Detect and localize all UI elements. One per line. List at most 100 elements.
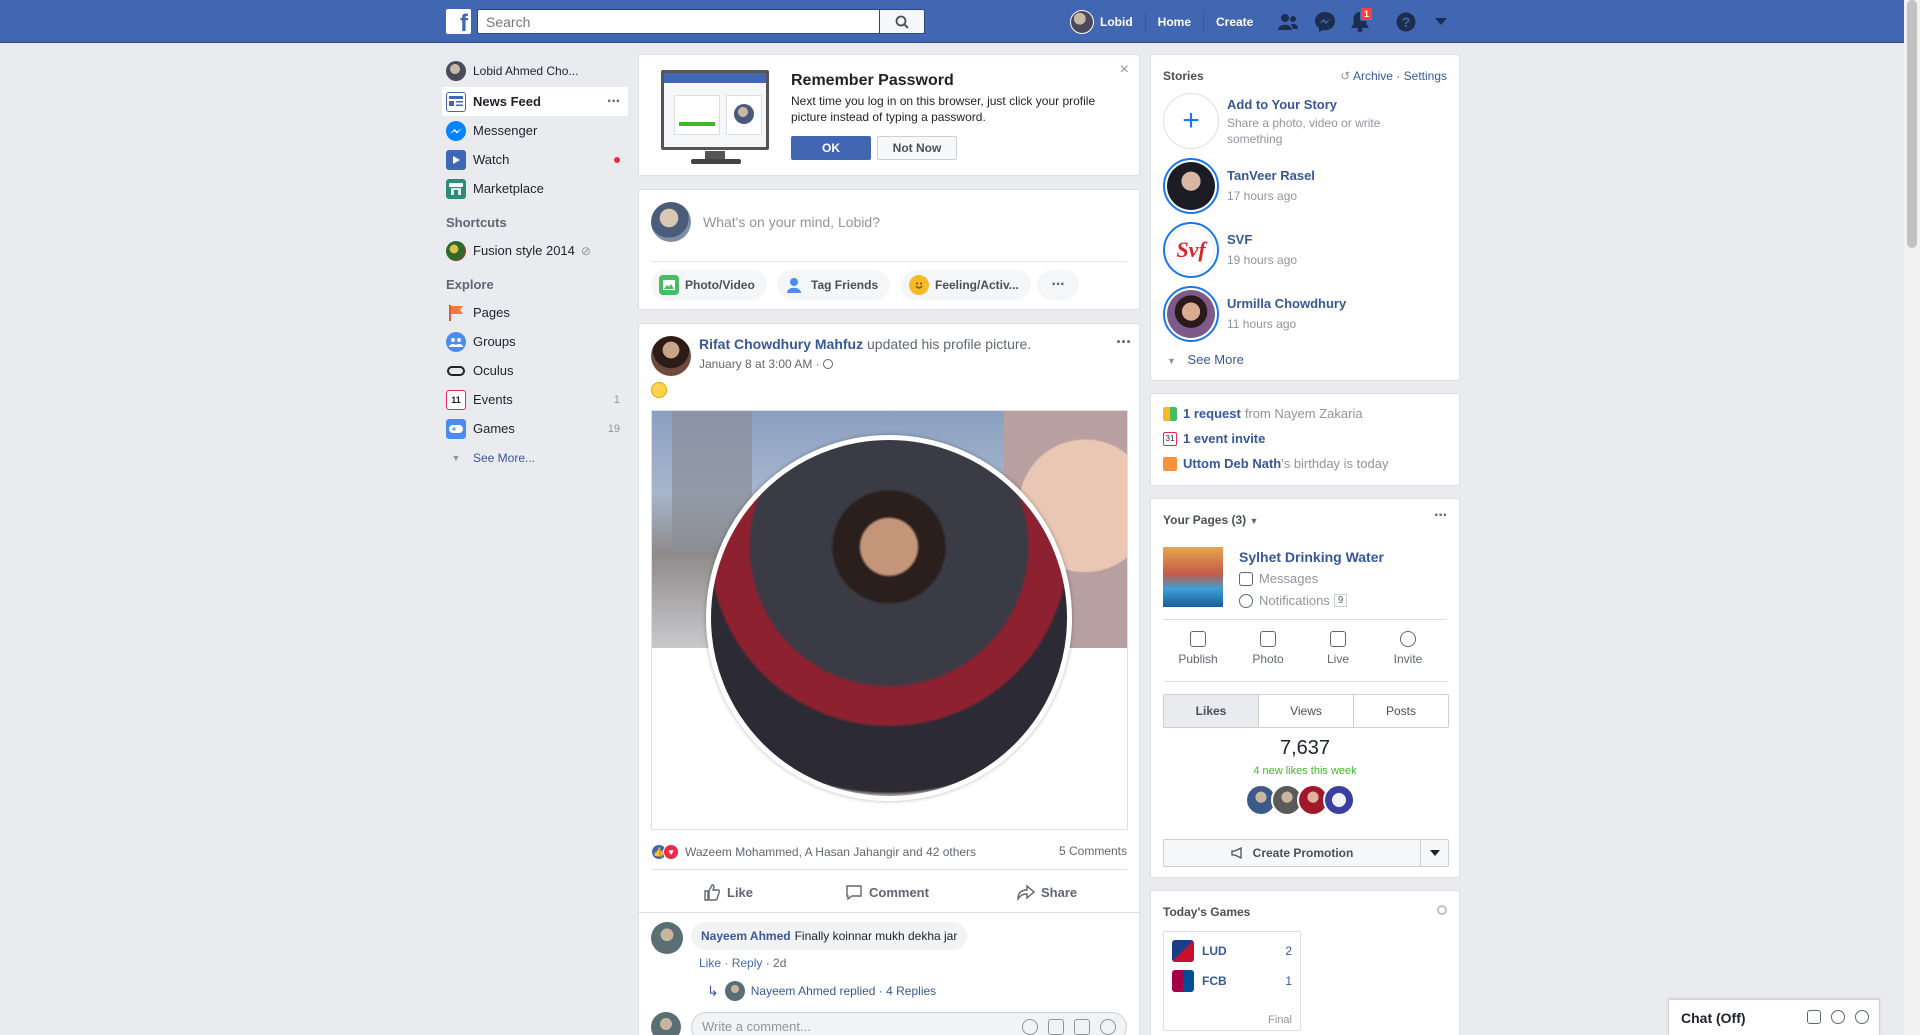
archive-link[interactable]: Archive [1353, 69, 1393, 83]
camera-icon [1260, 631, 1276, 647]
ok-button[interactable]: OK [791, 136, 871, 160]
computer-illustration [661, 70, 769, 150]
chat-bar[interactable]: Chat (Off) [1668, 999, 1880, 1035]
story-ring: Svf [1163, 222, 1219, 278]
composer-input[interactable]: What's on your mind, Lobid? [703, 214, 880, 230]
sidebar-item-profile[interactable]: Lobid Ahmed Cho... [442, 56, 628, 85]
scrollbar-thumb[interactable] [1907, 0, 1917, 248]
post-options-icon[interactable]: ··· [1116, 332, 1132, 353]
more-options-icon[interactable]: ··· [1434, 507, 1448, 525]
author-avatar[interactable] [651, 336, 691, 376]
invite-button[interactable]: Invite [1373, 631, 1443, 666]
sidebar-item-pages[interactable]: Pages [442, 298, 628, 327]
tab-posts[interactable]: Posts [1354, 695, 1448, 727]
comment-reply-link[interactable]: Reply [732, 956, 763, 970]
profile-picture-image[interactable] [651, 410, 1128, 830]
sidebar-item-oculus[interactable]: Oculus [442, 356, 628, 385]
reactions-summary[interactable]: 👍 ♥ Wazeem Mohammed, A Hasan Jahangir an… [651, 844, 976, 860]
page-thumbnail[interactable] [1163, 547, 1223, 607]
sidebar-item-messenger[interactable]: Messenger [442, 116, 628, 145]
settings-link[interactable]: Settings [1404, 69, 1447, 83]
new-message-icon[interactable] [1807, 1010, 1821, 1024]
avatar[interactable] [1323, 784, 1355, 816]
see-more-link[interactable]: ▼ See More... [442, 443, 628, 472]
close-icon[interactable]: × [1120, 61, 1129, 79]
comment-like-link[interactable]: Like [699, 956, 721, 970]
add-to-story[interactable]: + Add to Your Story Share a photo, video… [1163, 93, 1453, 151]
sticker-icon[interactable] [1100, 1019, 1116, 1035]
write-comment-input[interactable]: Write a comment... [691, 1012, 1127, 1035]
post-author-link[interactable]: Rifat Chowdhury Mahfuz [699, 336, 863, 352]
event-invite-row[interactable]: 31 1 event invite [1163, 431, 1269, 446]
friend-request-row[interactable]: 1 request from Nayem Zakaria [1163, 406, 1363, 421]
promotion-dropdown[interactable] [1420, 840, 1448, 866]
tab-likes[interactable]: Likes [1164, 695, 1259, 727]
calendar-icon: 31 [1163, 431, 1177, 446]
not-now-button[interactable]: Not Now [877, 136, 957, 160]
sidebar-item-groups[interactable]: Groups [442, 327, 628, 356]
publish-button[interactable]: Publish [1163, 631, 1233, 666]
notifications-icon[interactable]: 1 [1348, 7, 1374, 34]
help-icon[interactable]: ? [1394, 10, 1418, 34]
gear-icon[interactable] [1855, 1010, 1869, 1024]
create-link[interactable]: Create [1216, 15, 1253, 29]
comment-button[interactable]: Comment [845, 880, 929, 904]
chat-tools [1807, 1010, 1869, 1024]
birthday-row[interactable]: Uttom Deb Nath 's birthday is today [1163, 456, 1388, 471]
comment-author-link[interactable]: Nayeem Ahmed [701, 929, 791, 943]
game-score-card[interactable]: LUD 2 FCB 1 Final [1163, 931, 1301, 1031]
gear-icon[interactable] [1437, 905, 1447, 915]
photo-button[interactable]: Photo [1233, 631, 1303, 666]
search-button[interactable] [879, 9, 925, 34]
tab-views[interactable]: Views [1259, 695, 1354, 727]
account-menu-chevron-icon[interactable] [1429, 10, 1453, 34]
share-icon [1017, 884, 1035, 901]
camera-icon[interactable] [1048, 1019, 1064, 1035]
sidebar-item-events[interactable]: 11 Events 1 [442, 385, 628, 414]
story-item[interactable]: Svf SVF 19 hours ago [1163, 222, 1453, 280]
story-item[interactable]: Urmilla Chowdhury 11 hours ago [1163, 286, 1453, 344]
sidebar-item-marketplace[interactable]: Marketplace [442, 174, 628, 203]
sidebar-item-label: Marketplace [473, 181, 544, 196]
see-more-stories[interactable]: ▼ See More [1167, 352, 1244, 367]
view-replies-link[interactable]: ↳ Nayeem Ahmed replied · 4 Replies [707, 981, 936, 1001]
page-notifications-link[interactable]: Notifications 9 [1239, 593, 1348, 608]
create-promotion-text: Create Promotion [1252, 846, 1354, 860]
more-options-icon[interactable]: ··· [607, 93, 621, 111]
your-pages-title[interactable]: Your Pages (3) ▼ [1163, 513, 1258, 527]
profile-link[interactable]: Lobid Home Create [1070, 0, 1253, 43]
svg-text:?: ? [1402, 14, 1411, 30]
gif-icon[interactable] [1074, 1019, 1090, 1035]
sidebar-item-games[interactable]: Games 19 [442, 414, 628, 443]
facebook-logo[interactable]: f [446, 9, 471, 36]
share-button[interactable]: Share [1017, 880, 1077, 904]
tag-friends-button[interactable]: Tag Friends [777, 270, 891, 300]
create-promotion-button[interactable]: Create Promotion [1163, 839, 1449, 867]
replies-text: Nayeem Ahmed replied · 4 Replies [750, 984, 937, 998]
comments-count-link[interactable]: 5 Comments [1059, 844, 1127, 858]
sidebar-item-watch[interactable]: Watch [442, 145, 628, 174]
photo-video-button[interactable]: Photo/Video [651, 270, 767, 300]
emoji-icon[interactable] [1022, 1019, 1038, 1035]
friend-requests-icon[interactable] [1276, 10, 1300, 34]
like-button[interactable]: Like [703, 880, 753, 904]
smiley-emoji-icon [651, 382, 667, 398]
page-messages-link[interactable]: Messages [1239, 571, 1318, 586]
page-scrollbar[interactable] [1904, 0, 1920, 1035]
home-link[interactable]: Home [1158, 15, 1191, 29]
page-name-link[interactable]: Sylhet Drinking Water [1239, 549, 1384, 565]
more-options-icon[interactable]: ··· [1037, 270, 1079, 300]
post-timestamp[interactable]: January 8 at 3:00 AM · [699, 357, 834, 371]
create-group-icon[interactable] [1831, 1010, 1845, 1024]
commenter-avatar[interactable] [651, 922, 683, 954]
sidebar-item-news-feed[interactable]: News Feed ··· [442, 87, 628, 116]
new-content-dot [614, 156, 620, 163]
live-button[interactable]: Live [1303, 631, 1373, 666]
remember-password-card: Remember Password Next time you log in o… [638, 54, 1140, 176]
search-input[interactable] [477, 9, 879, 34]
remember-password-title: Remember Password [791, 72, 954, 89]
story-item[interactable]: TanVeer Rasel 17 hours ago [1163, 158, 1453, 216]
feeling-activity-button[interactable]: Feeling/Activ... [901, 270, 1031, 300]
messenger-icon[interactable] [1313, 10, 1337, 34]
sidebar-item-shortcut[interactable]: Fusion style 2014 ⊘ [442, 236, 628, 265]
